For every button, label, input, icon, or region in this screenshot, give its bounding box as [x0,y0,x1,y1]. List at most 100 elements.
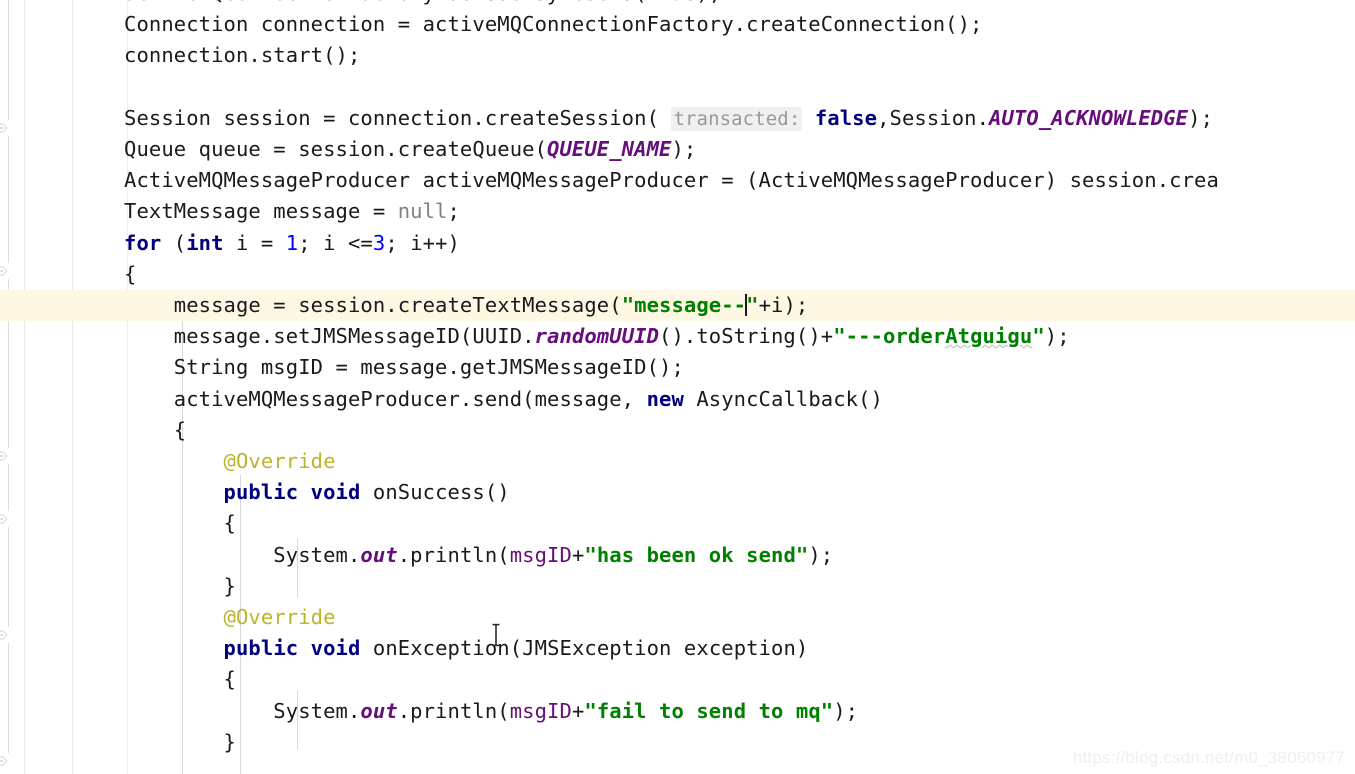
code-token-plain: } [124,729,236,754]
code-token-plain: { [124,261,137,286]
code-token-kw: void [310,636,361,661]
code-token-stat: randomUUID [534,324,660,349]
code-line[interactable] [0,72,1355,103]
code-token-plain: ().toString()+ [659,324,834,349]
code-line[interactable]: { [0,508,1355,539]
code-token-plain: + [571,698,585,723]
code-line[interactable]: } [0,571,1355,602]
code-token-stat: out [360,698,398,723]
code-token-plain: + [571,542,585,567]
code-token-plain: ,Session. [877,105,990,130]
code-token-plain: .println( [397,698,510,723]
code-token-kw: void [310,480,361,505]
code-line[interactable]: message.setJMSMessageID(UUID.randomUUID(… [0,321,1355,352]
code-token-plain: { [124,511,236,536]
code-token-stat: AUTO_ACKNOWLEDGE [989,105,1189,130]
code-token-plain: +i); [758,293,809,317]
code-line[interactable]: activeMQMessageProducer.send(message, ne… [0,384,1355,415]
code-token-plain: activeMQMessageProducer.send(message, [124,386,647,411]
code-token-kw: new [646,386,684,411]
code-line[interactable]: Queue queue = session.createQueue(QUEUE_… [0,134,1355,165]
code-token-str: Atguigu [945,324,1033,349]
code-line[interactable]: public void onSuccess() [0,477,1355,508]
code-token-anno: @Override [223,605,336,629]
code-line[interactable]: connection.start(); [0,40,1355,71]
code-line[interactable]: @Override [0,446,1355,477]
code-token-kw: int [186,230,224,255]
code-editor[interactable]: activeMQConnectionFactory.setUseAsyncSen… [0,0,1355,774]
code-line[interactable]: String msgID = message.getJMSMessageID()… [0,352,1355,383]
code-line[interactable]: System.out.println(msgID+"fail to send t… [0,696,1355,727]
code-token-plain: i = [223,230,286,255]
code-token-str: " [1032,324,1045,349]
code-token-plain: ); [696,0,721,5]
code-token-plain: onSuccess() [360,480,510,505]
code-token-plain: ActiveMQMessageProducer activeMQMessageP… [124,168,1219,193]
code-token-str: " [746,293,759,317]
code-line[interactable]: activeMQConnectionFactory.setUseAsyncSen… [0,0,1355,9]
code-token-plain: } [124,573,236,598]
code-token-str: "message-- [621,293,747,317]
code-token-kw: public [223,480,299,505]
code-token-anno: @Override [223,449,336,473]
code-token-plain: TextMessage message = [124,199,398,224]
code-token-plain: message.setJMSMessageID(UUID. [124,324,535,349]
code-line[interactable]: for (int i = 1; i <=3; i++) [0,228,1355,259]
code-token-stat: out [360,542,398,567]
code-token-plain: .println( [397,542,510,567]
code-token-str: "fail to send to mq" [584,698,834,723]
code-token-field: msgID [509,542,572,567]
code-token-plain: ); [1044,324,1070,349]
code-token-kw: for [124,230,162,255]
code-token-plain: activeMQConnectionFactory.setUseAsyncSen… [124,0,647,5]
code-line[interactable]: @Override [0,602,1355,633]
code-token-field: msgID [509,698,572,723]
code-token-plain: Queue queue = session.createQueue( [124,137,548,161]
code-token-hint: transacted: [671,106,803,131]
code-line[interactable]: { [0,664,1355,695]
code-token-plain: { [124,667,236,692]
code-token-plain: ); [1188,105,1214,130]
code-token-plain: { [124,417,187,442]
code-line[interactable]: { [0,259,1355,290]
code-token-plain: ; i++) [385,230,460,255]
code-token-plain: ( [161,230,187,255]
code-token-plain: ); [671,137,697,161]
code-token-kw: true [647,0,697,5]
code-line[interactable]: message = session.createTextMessage("mes… [0,290,1355,322]
code-token-null: null [397,199,448,224]
code-line[interactable]: System.out.println(msgID+"has been ok se… [0,540,1355,571]
code-line[interactable]: Connection connection = activeMQConnecti… [0,9,1355,40]
code-token-plain: Session session = connection.createSessi… [124,105,672,130]
code-line[interactable]: public void onException(JMSException exc… [0,633,1355,664]
code-token-plain: message = session.createTextMessage( [124,293,622,317]
code-token-str: "has been ok send" [584,542,809,567]
code-token-kw: false [814,105,878,130]
code-token-kw: public [223,636,299,661]
code-token-plain: onException(JMSException exception) [360,636,809,661]
code-token-plain: String msgID = message.getJMSMessageID()… [124,355,684,380]
code-line[interactable]: Session session = connection.createSessi… [0,103,1355,134]
code-token-str: "---order [833,324,946,349]
code-line[interactable]: { [0,415,1355,446]
code-token-plain: ); [833,698,859,723]
code-token-stat: QUEUE_NAME [547,137,672,161]
code-token-plain: ; [447,199,460,224]
code-token-plain: System. [124,542,361,567]
code-text-area[interactable]: activeMQConnectionFactory.setUseAsyncSen… [0,0,1355,774]
code-token-plain: ; i <= [298,230,373,255]
code-token-plain: connection.start(); [124,43,361,68]
code-line[interactable]: ActiveMQMessageProducer activeMQMessageP… [0,165,1355,196]
code-line[interactable]: } [0,727,1355,758]
code-token-plain: AsyncCallback() [683,386,883,411]
code-line[interactable]: TextMessage message = null; [0,196,1355,227]
code-token-plain: System. [124,698,361,723]
code-token-plain: ); [808,542,834,567]
